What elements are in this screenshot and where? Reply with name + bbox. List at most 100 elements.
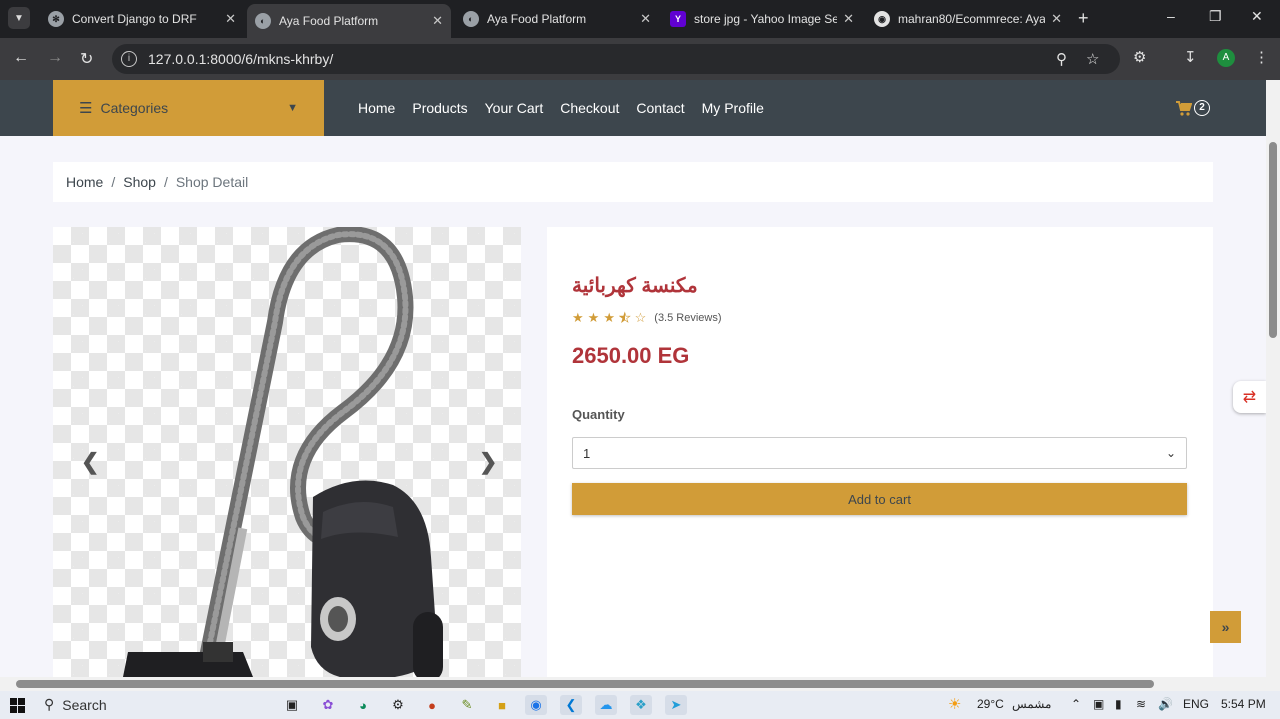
forward-icon[interactable]: →	[47, 49, 63, 67]
weather-sun-icon[interactable]: ☀	[948, 695, 961, 713]
url-text[interactable]: 127.0.0.1:8000/6/mkns-khrby/	[148, 51, 333, 67]
notepad-icon[interactable]: ✎	[456, 695, 478, 715]
download-icon[interactable]: ↧	[1184, 48, 1197, 66]
product-price: 2650.00 EG	[572, 343, 690, 368]
chevron-down-icon: ⌄	[1165, 446, 1176, 460]
github-icon: ◉	[874, 11, 890, 27]
weather-text[interactable]: مشمس	[1012, 697, 1051, 711]
copilot-icon[interactable]: ✿	[317, 695, 339, 715]
telegram-icon[interactable]: ➤	[665, 695, 687, 715]
powerpoint-icon[interactable]: ●	[421, 695, 443, 715]
vertical-scrollbar[interactable]	[1266, 80, 1280, 677]
close-icon[interactable]: ✕	[225, 11, 236, 27]
scrollbar-thumb[interactable]	[1269, 142, 1277, 338]
speaker-icon[interactable]: 🔊	[1158, 697, 1173, 711]
cart-button[interactable]: 2	[1176, 95, 1214, 121]
weather-temp[interactable]: 29°C	[977, 697, 1004, 711]
nav-checkout[interactable]: Checkout	[560, 100, 619, 116]
windows-start-icon[interactable]	[6, 695, 28, 715]
nav-my-profile[interactable]: My Profile	[702, 100, 764, 116]
tab-aya-food-active[interactable]: ◐ Aya Food Platform ✕	[247, 4, 451, 38]
battery-icon[interactable]: ▮	[1115, 697, 1122, 711]
menu-bars-icon: ☰	[79, 100, 93, 117]
chrome-icon[interactable]: ◉	[525, 695, 547, 715]
camera-icon[interactable]: ▣	[1093, 697, 1104, 711]
carousel-next-icon[interactable]: ❯	[479, 449, 497, 475]
bookmark-star-icon[interactable]: ☆	[1086, 50, 1099, 68]
settings-gear-icon[interactable]: ⚙	[387, 695, 409, 715]
carousel-prev-icon[interactable]: ❮	[81, 449, 99, 475]
yahoo-icon: Y	[670, 11, 686, 27]
breadcrumb-home[interactable]: Home	[66, 174, 103, 190]
back-to-top-button[interactable]: »	[1210, 611, 1241, 643]
chatgpt-icon: ✻	[48, 11, 64, 27]
categories-label: Categories	[100, 100, 169, 116]
close-icon[interactable]: ✕	[432, 13, 443, 29]
globe-icon: ◐	[463, 11, 479, 27]
site-info-icon[interactable]: i	[121, 51, 137, 67]
back-icon[interactable]: ←	[13, 49, 29, 67]
nav-your-cart[interactable]: Your Cart	[485, 100, 544, 116]
search-placeholder: Search	[62, 696, 107, 713]
restore-icon[interactable]: ❐	[1209, 8, 1222, 25]
nav-products[interactable]: Products	[412, 100, 467, 116]
page-viewport: ☰ Categories ▼ Home Products Your Cart C…	[0, 80, 1266, 677]
zoom-icon[interactable]: ⚲	[1056, 50, 1067, 68]
tab-title: Aya Food Platform	[279, 14, 379, 28]
browser-menu-icon[interactable]: ⋮	[1254, 48, 1269, 66]
file-explorer-icon[interactable]: ■	[491, 695, 513, 715]
horizontal-scrollbar[interactable]	[0, 677, 1280, 691]
star-full-icon: ★	[587, 310, 600, 325]
close-icon[interactable]: ✕	[1051, 11, 1062, 27]
product-name: مكنسة كهربائية	[572, 275, 698, 297]
nav-contact[interactable]: Contact	[636, 100, 684, 116]
tab-title: store jpg - Yahoo Image Sea	[694, 12, 838, 26]
star-full-icon: ★	[603, 310, 615, 325]
star-half-icon: ★	[618, 310, 631, 326]
site-navbar: ☰ Categories ▼ Home Products Your Cart C…	[0, 80, 1266, 136]
star-empty-icon: ☆	[634, 310, 647, 325]
scrollbar-thumb[interactable]	[16, 680, 1154, 688]
star-full-icon: ★	[572, 310, 584, 325]
window-close-icon[interactable]: ✕	[1251, 8, 1263, 25]
tab-github[interactable]: ◉ mahran80/Ecommrece: Aya ✕	[866, 4, 1070, 34]
main-menu: Home Products Your Cart Checkout Contact…	[358, 100, 764, 116]
browser-toolbar: ← → ↻ i 127.0.0.1:8000/6/mkns-khrby/ ⚲ ☆…	[0, 38, 1280, 80]
product-detail-card: مكنسة كهربائية ★ ★ ★ ★ ☆ (3.5 Reviews) 2…	[547, 227, 1213, 677]
tab-title: Aya Food Platform	[487, 12, 587, 26]
chevron-up-icon[interactable]: ⌃	[1071, 697, 1081, 711]
nav-home[interactable]: Home	[358, 100, 395, 116]
wifi-icon[interactable]: ≋	[1136, 697, 1146, 711]
task-view-icon[interactable]: ▣	[281, 695, 303, 715]
app-grid-icon[interactable]: ❖	[630, 695, 652, 715]
edge-icon[interactable]: ◕	[352, 695, 374, 715]
cart-count-badge: 2	[1194, 100, 1210, 116]
quantity-select[interactable]: 1 ⌄	[572, 437, 1187, 469]
address-bar[interactable]: i 127.0.0.1:8000/6/mkns-khrby/ ⚲ ☆	[112, 44, 1120, 74]
new-tab-icon[interactable]: +	[1078, 9, 1089, 27]
vscode-icon[interactable]: ❮	[560, 695, 582, 715]
tab-aya-food[interactable]: ◐ Aya Food Platform ✕	[455, 4, 659, 34]
tab-search-dropdown[interactable]: ▼	[8, 7, 30, 29]
close-icon[interactable]: ✕	[640, 11, 651, 27]
language-indicator[interactable]: ENG	[1183, 697, 1209, 711]
clock-time[interactable]: 5:54 PM	[1221, 697, 1266, 711]
globe-icon: ◐	[255, 13, 271, 29]
breadcrumb-shop[interactable]: Shop	[123, 174, 156, 190]
categories-dropdown[interactable]: ☰ Categories ▼	[53, 80, 324, 136]
close-icon[interactable]: ✕	[843, 11, 854, 27]
reviews-count[interactable]: (3.5 Reviews)	[654, 312, 721, 324]
browser-tab-strip: ▼ ✻ Convert Django to DRF ✕ ◐ Aya Food P…	[0, 0, 1280, 38]
product-rating: ★ ★ ★ ★ ☆ (3.5 Reviews)	[572, 310, 722, 326]
tab-convert-django[interactable]: ✻ Convert Django to DRF ✕	[40, 4, 244, 34]
chat-widget-icon[interactable]: ⇄	[1233, 381, 1266, 413]
breadcrumb-separator: /	[111, 174, 116, 190]
profile-avatar[interactable]: A	[1217, 49, 1235, 67]
docker-icon[interactable]: ☁	[595, 695, 617, 715]
add-to-cart-button[interactable]: Add to cart	[572, 483, 1187, 515]
minimize-icon[interactable]: –	[1167, 8, 1175, 24]
reload-icon[interactable]: ↻	[80, 49, 93, 69]
extensions-icon[interactable]: ⚙	[1133, 48, 1146, 66]
taskbar-search[interactable]: ⚲ Search	[44, 696, 107, 713]
tab-yahoo-images[interactable]: Y store jpg - Yahoo Image Sea ✕	[662, 4, 862, 34]
